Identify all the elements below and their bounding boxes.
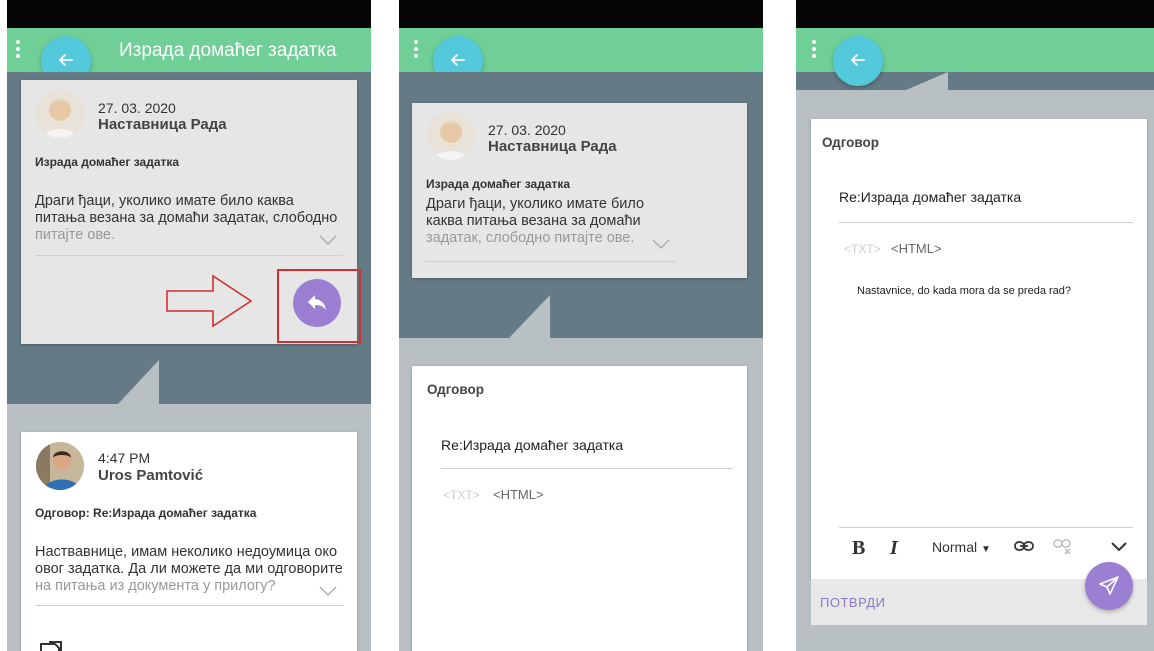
divider — [441, 468, 733, 469]
message-body-line: каква питања везана за домаћи — [426, 213, 641, 229]
unlink-icon[interactable] — [1053, 538, 1073, 554]
teacher-avatar — [427, 112, 475, 160]
divider — [426, 261, 676, 262]
bold-button[interactable]: B — [852, 537, 865, 560]
status-bar — [399, 0, 763, 28]
arrow-left-icon — [851, 54, 865, 66]
reply-body-line: на питања из документа у прилогу? — [35, 578, 276, 594]
reply-body: Наствавнице, имам неколико недоумица око… — [35, 544, 355, 595]
answer-card: Одговор Re:Израда домаћег задатка <TXT> … — [412, 366, 747, 651]
message-subject: Израда домаћег задатка — [35, 155, 180, 169]
message-card[interactable]: 27. 03. 2020 Наставница Рада Израда дома… — [412, 103, 747, 278]
attachment-icon[interactable] — [39, 640, 69, 651]
status-bar — [7, 0, 371, 28]
back-button[interactable] — [833, 36, 883, 86]
answer-heading: Одговор — [822, 135, 880, 150]
format-select-value: Normal — [932, 539, 978, 555]
message-body-line: питајте ове. — [35, 227, 115, 243]
menu-icon[interactable] — [16, 40, 20, 58]
divider — [839, 527, 1133, 528]
teacher-avatar — [36, 90, 84, 138]
reply-subject: Одговор: Re:Израда домаћег задатка — [35, 506, 257, 520]
arrow-left-icon — [59, 54, 73, 66]
tab-txt[interactable]: <TXT> — [844, 242, 881, 256]
background-divider — [7, 360, 371, 415]
reply-author: Uros Pamtović — [98, 467, 204, 484]
background-divider — [399, 295, 763, 350]
chevron-down-icon[interactable] — [319, 586, 337, 596]
send-icon — [1099, 576, 1119, 595]
hint-arrow-icon — [166, 274, 253, 328]
divider — [35, 255, 343, 256]
divider — [35, 605, 343, 606]
reply-time: 4:47 PM — [98, 450, 151, 466]
chevron-down-icon[interactable] — [1111, 542, 1127, 552]
divider — [839, 222, 1133, 223]
tab-txt[interactable]: <TXT> — [443, 488, 480, 502]
message-author: Наставница Рада — [488, 138, 617, 155]
answer-card: Одговор Re:Израда домаћег задатка <TXT> … — [811, 119, 1147, 579]
arrow-left-icon — [451, 54, 465, 66]
page-title: Израда домаћег задатка — [119, 40, 337, 61]
format-select[interactable]: Normal ▼ — [932, 539, 991, 555]
tab-html[interactable]: <HTML> — [493, 487, 544, 502]
phone-screen-3: Одговор Re:Израда домаћег задатка <TXT> … — [796, 0, 1154, 651]
message-author: Наставница Рада — [98, 116, 227, 133]
message-date: 27. 03. 2020 — [98, 100, 176, 116]
message-card[interactable]: 27. 03. 2020 Наставница Рада Израда дома… — [21, 80, 361, 344]
menu-icon[interactable] — [812, 40, 816, 58]
send-button[interactable] — [1085, 562, 1133, 610]
answer-subject-field[interactable]: Re:Израда домаћег задатка — [441, 437, 623, 453]
message-body: Драги ђаци, уколико имате било каква пит… — [426, 196, 666, 247]
message-body-line: задатак, слободно питајте ове. — [426, 230, 635, 246]
message-subject: Израда домаћег задатка — [426, 177, 571, 191]
message-body-line: питања везана за домаћи задатак, слободн… — [35, 210, 338, 226]
confirm-button[interactable]: ПОТВРДИ — [820, 595, 886, 610]
link-icon[interactable] — [1014, 540, 1034, 552]
reply-body-line: Наствавнице, имам неколико недоумица око — [35, 544, 338, 560]
student-avatar — [36, 442, 84, 490]
message-body: Драги ђаци, уколико имате било каква пит… — [35, 193, 345, 244]
caret-down-icon: ▼ — [981, 544, 991, 555]
message-body-line: Драги ђаци, уколико имате било каква — [35, 193, 294, 209]
status-bar — [796, 0, 1154, 28]
reply-editor[interactable]: Nastavnice, do kada mora da se preda rad… — [857, 285, 1071, 297]
phone-screen-1: Израда домаћег задатка 27. 03. 2020 Наст… — [7, 0, 371, 651]
answer-subject-field[interactable]: Re:Израда домаћег задатка — [839, 189, 1021, 205]
menu-icon[interactable] — [414, 40, 418, 58]
message-body-line: Драги ђаци, уколико имате било — [426, 196, 645, 212]
phone-screen-2: 27. 03. 2020 Наставница Рада Израда дома… — [399, 0, 763, 651]
reply-button[interactable] — [293, 279, 341, 327]
reply-body-line: овог задатка. Да ли можете да ми одговор… — [35, 561, 343, 577]
reply-card[interactable]: 4:47 PM Uros Pamtović Одговор: Re:Израда… — [21, 432, 357, 651]
answer-heading: Одговор — [427, 382, 485, 397]
message-date: 27. 03. 2020 — [488, 122, 566, 138]
italic-button[interactable]: I — [890, 537, 898, 560]
tab-html[interactable]: <HTML> — [891, 241, 942, 256]
chevron-down-icon[interactable] — [652, 239, 670, 249]
reply-icon — [308, 295, 326, 310]
chevron-down-icon[interactable] — [319, 235, 337, 245]
